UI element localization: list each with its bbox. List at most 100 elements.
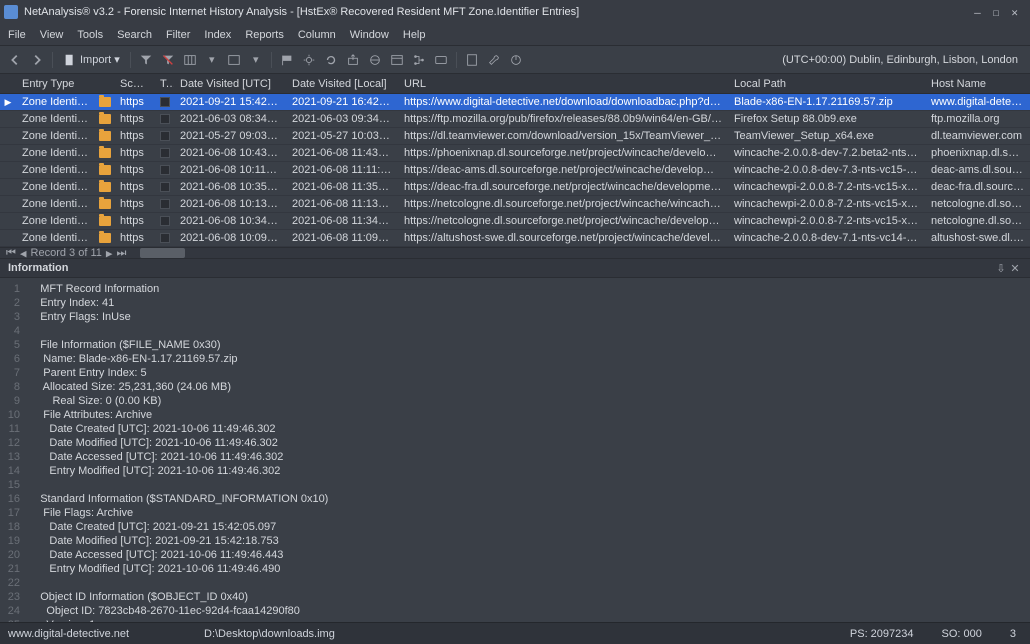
line-gutter: 1 2 3 4 5 6 7 8 9 10 11 12 13 14 15 16 1… — [0, 282, 28, 618]
menu-help[interactable]: Help — [403, 29, 426, 41]
export-icon[interactable] — [344, 51, 362, 69]
header-host[interactable]: Host Name — [925, 78, 1030, 90]
menu-index[interactable]: Index — [204, 29, 231, 41]
header-date-local[interactable]: Date Visited [Local] — [286, 78, 398, 90]
power-icon[interactable] — [507, 51, 525, 69]
cell-tag[interactable] — [154, 148, 174, 158]
header-tag[interactable]: Tag — [154, 78, 174, 90]
window-icon[interactable] — [388, 51, 406, 69]
cell-tag[interactable] — [154, 131, 174, 141]
header-date-utc[interactable]: Date Visited [UTC] — [174, 78, 286, 90]
table-row[interactable]: ▶Zone Identifierhttps2021-09-21 15:42:05… — [0, 94, 1030, 111]
title-bar: NetAnalysis® v3.2 - Forensic Internet Hi… — [0, 0, 1030, 24]
table-row[interactable]: Zone Identifierhttps2021-06-08 10:34:18.… — [0, 213, 1030, 230]
header-scheme[interactable]: Scheme — [114, 78, 154, 90]
table-row[interactable]: Zone Identifierhttps2021-06-08 10:35:00.… — [0, 179, 1030, 196]
menu-column[interactable]: Column — [298, 29, 336, 41]
cell-local-path: wincache-2.0.0.8-dev-7.2.beta2-nts-vc15-… — [728, 147, 925, 159]
cell-entry-type: Zone Identifier — [16, 147, 96, 159]
cell-date-utc: 2021-06-08 10:34:18.444 — [174, 215, 286, 227]
cell-scheme: https — [114, 130, 154, 142]
menu-filter[interactable]: Filter — [166, 29, 190, 41]
script-icon[interactable] — [463, 51, 481, 69]
grid1-icon[interactable] — [225, 51, 243, 69]
table-row[interactable]: Zone Identifierhttps2021-06-08 10:11:35.… — [0, 162, 1030, 179]
cell-scheme: https — [114, 147, 154, 159]
info-panel-header: Information ⇩ ✕ — [0, 258, 1030, 278]
cell-tag[interactable] — [154, 97, 174, 107]
clear-filter-icon[interactable] — [159, 51, 177, 69]
column-icon[interactable] — [181, 51, 199, 69]
menu-tools[interactable]: Tools — [77, 29, 103, 41]
status-image-path: D:\Desktop\downloads.img — [204, 628, 828, 640]
menu-search[interactable]: Search — [117, 29, 152, 41]
pin-icon[interactable]: ⇩ — [994, 262, 1008, 275]
menu-reports[interactable]: Reports — [245, 29, 284, 41]
cell-host: ftp.mozilla.org — [925, 113, 1030, 125]
info-panel-body[interactable]: 1 2 3 4 5 6 7 8 9 10 11 12 13 14 15 16 1… — [0, 278, 1030, 622]
close-panel-icon[interactable]: ✕ — [1008, 262, 1022, 275]
hscroll-track[interactable] — [140, 248, 1030, 258]
cell-date-local: 2021-06-08 11:35:00.756 — [286, 181, 398, 193]
refresh-icon[interactable] — [322, 51, 340, 69]
maximize-button[interactable]: ☐ — [993, 6, 1000, 19]
folder-icon — [96, 233, 114, 243]
header-entry-type[interactable]: Entry Type — [16, 78, 96, 90]
info-text[interactable]: MFT Record Information Entry Index: 41 E… — [28, 282, 1030, 618]
cell-local-path: Firefox Setup 88.0b9.exe — [728, 113, 925, 125]
cell-tag[interactable] — [154, 233, 174, 243]
grid-header: Entry Type Scheme Tag Date Visited [UTC]… — [0, 74, 1030, 94]
browser-icon[interactable] — [366, 51, 384, 69]
cell-entry-type: Zone Identifier — [16, 130, 96, 142]
gear-icon[interactable] — [300, 51, 318, 69]
cell-host: www.digital-detective.n… — [925, 96, 1030, 108]
menu-view[interactable]: View — [40, 29, 64, 41]
cell-local-path: Blade-x86-EN-1.17.21169.57.zip — [728, 96, 925, 108]
minimize-button[interactable]: ― — [974, 6, 981, 19]
import-button[interactable]: Import ▾ — [59, 53, 124, 67]
timezone-label[interactable]: (UTC+00:00) Dublin, Edinburgh, Lisbon, L… — [782, 54, 1024, 66]
cell-tag[interactable] — [154, 216, 174, 226]
chevron-down-icon: ▾ — [114, 53, 120, 66]
cell-date-local: 2021-06-08 11:34:18.444 — [286, 215, 398, 227]
close-button[interactable]: ✕ — [1011, 6, 1018, 19]
cell-tag[interactable] — [154, 114, 174, 124]
cell-scheme: https — [114, 181, 154, 193]
record-navigator[interactable]: ⏮ ◀ Record 3 of 11 ▶ ⏭ — [0, 248, 140, 258]
cell-tag[interactable] — [154, 165, 174, 175]
header-local-path[interactable]: Local Path — [728, 78, 925, 90]
folder-icon — [96, 131, 114, 141]
table-row[interactable]: Zone Identifierhttps2021-06-03 08:34:23.… — [0, 111, 1030, 128]
cell-scheme: https — [114, 198, 154, 210]
cell-url: https://deac-fra.dl.sourceforge.net/proj… — [398, 181, 728, 193]
cell-tag[interactable] — [154, 199, 174, 209]
hscroll-thumb[interactable] — [140, 248, 185, 258]
dropdown2-icon[interactable]: ▾ — [247, 51, 265, 69]
table-row[interactable]: Zone Identifierhttps2021-06-08 10:43:29.… — [0, 145, 1030, 162]
table-row[interactable]: Zone Identifierhttps2021-06-08 10:13:38.… — [0, 196, 1030, 213]
cell-scheme: https — [114, 215, 154, 227]
menu-window[interactable]: Window — [350, 29, 389, 41]
dropdown1-icon[interactable]: ▾ — [203, 51, 221, 69]
cell-local-path: wincachewpi-2.0.0.8-7.2-nts-vc15-x86.exe — [728, 215, 925, 227]
tree-icon[interactable] — [410, 51, 428, 69]
cell-local-path: wincachewpi-2.0.0.8-7.2-nts-vc15-x64(1).… — [728, 181, 925, 193]
menu-file[interactable]: File — [8, 29, 26, 41]
wrench-icon[interactable] — [485, 51, 503, 69]
card-icon[interactable] — [432, 51, 450, 69]
status-ps: PS: 2097234 — [844, 628, 920, 640]
cell-tag[interactable] — [154, 182, 174, 192]
flag-icon[interactable] — [278, 51, 296, 69]
forward-button[interactable] — [28, 51, 46, 69]
filter-icon[interactable] — [137, 51, 155, 69]
header-url[interactable]: URL — [398, 78, 728, 90]
back-button[interactable] — [6, 51, 24, 69]
cell-date-local: 2021-06-08 11:43:29.530 — [286, 147, 398, 159]
table-row[interactable]: Zone Identifierhttps2021-05-27 09:03:04.… — [0, 128, 1030, 145]
cell-local-path: wincache-2.0.0.8-dev-7.3-nts-vc15-x64.ex… — [728, 164, 925, 176]
cell-host: deac-fra.dl.sourceforge… — [925, 181, 1030, 193]
table-row[interactable]: Zone Identifierhttps2021-06-08 10:09:23.… — [0, 230, 1030, 247]
cell-date-utc: 2021-06-08 10:09:23.851 — [174, 232, 286, 244]
cell-url: https://ftp.mozilla.org/pub/firefox/rele… — [398, 113, 728, 125]
cell-url: https://netcologne.dl.sourceforge.net/pr… — [398, 198, 728, 210]
